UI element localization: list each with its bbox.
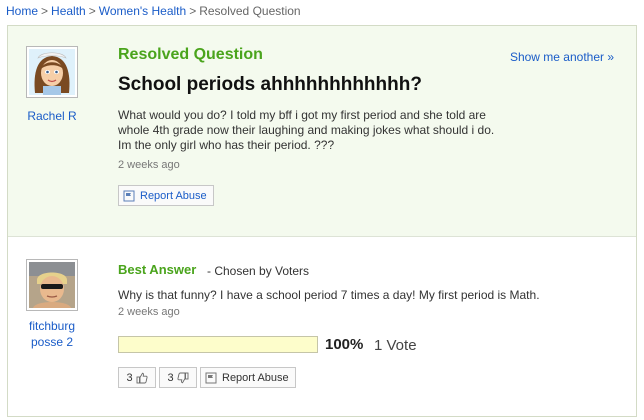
report-abuse-label: Report Abuse: [140, 189, 207, 202]
qa-panel: Rachel R Resolved Question Show me anoth…: [7, 25, 637, 417]
vote-percent: 100%: [325, 336, 364, 353]
thumbs-up-icon: [136, 372, 148, 383]
answerer-name[interactable]: fitchburg posse 2: [12, 318, 92, 350]
resolved-question-label: Resolved Question: [118, 46, 263, 63]
chosen-by-text: - Chosen by Voters: [207, 264, 310, 278]
question-timestamp: 2 weeks ago: [118, 159, 180, 171]
breadcrumb-current: Resolved Question: [199, 4, 301, 18]
answer-body: Why is that funny? I have a school perio…: [118, 288, 540, 302]
breadcrumb-womens-health[interactable]: Women's Health: [99, 4, 186, 18]
thumbs-up-count: 3: [126, 371, 133, 384]
best-answer-label: Best Answer: [118, 262, 197, 277]
avatar-cartoon-girl-icon: [29, 49, 75, 95]
report-abuse-button[interactable]: Report Abuse: [118, 185, 214, 206]
breadcrumb: Home > Health > Women's Health > Resolved Ques…: [6, 4, 301, 18]
answer-report-abuse-button[interactable]: Report Abuse: [200, 367, 296, 388]
breadcrumb-home[interactable]: Home: [6, 4, 38, 18]
question-body: What would you do? I told my bff i got m…: [118, 108, 495, 152]
answerer-avatar[interactable]: [26, 259, 78, 311]
avatar-photo-icon: [29, 262, 75, 308]
vote-progress-fill: [119, 337, 317, 352]
breadcrumb-separator: >: [41, 4, 49, 18]
flag-icon: [123, 190, 135, 201]
breadcrumb-separator: >: [189, 4, 197, 18]
vote-count: 1 Vote: [374, 337, 417, 354]
flag-icon: [205, 372, 217, 383]
show-another-link[interactable]: Show me another »: [510, 50, 614, 64]
asker-avatar[interactable]: [26, 46, 78, 98]
breadcrumb-health[interactable]: Health: [51, 4, 86, 18]
answer-timestamp: 2 weeks ago: [118, 306, 180, 318]
question-title: School periods ahhhhhhhhhhhh?: [118, 74, 422, 95]
thumbs-down-button[interactable]: 3: [159, 367, 197, 388]
vote-progress-bar: [118, 336, 318, 353]
question-section: Rachel R Resolved Question Show me anoth…: [8, 26, 636, 237]
thumbs-down-count: 3: [167, 371, 174, 384]
thumbs-up-button[interactable]: 3: [118, 367, 156, 388]
report-abuse-label: Report Abuse: [222, 371, 289, 384]
thumbs-down-icon: [177, 372, 189, 383]
asker-name[interactable]: Rachel R: [12, 108, 92, 124]
breadcrumb-separator: >: [88, 4, 96, 18]
